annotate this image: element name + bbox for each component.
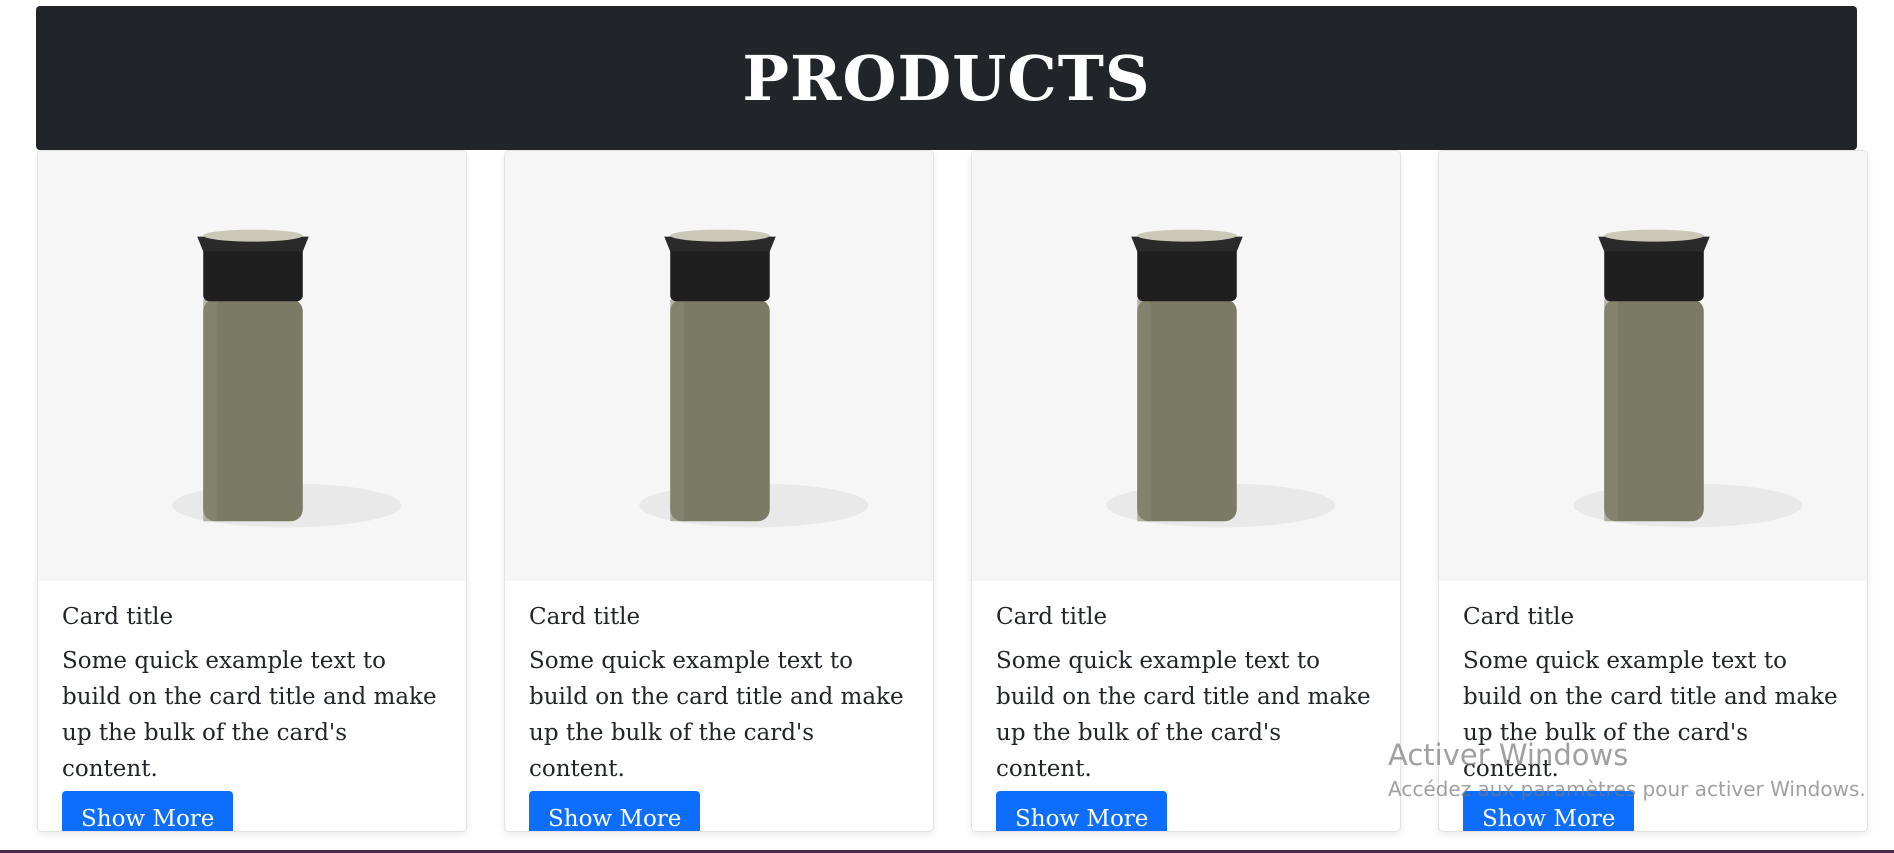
product-image bbox=[505, 151, 933, 581]
product-image bbox=[1439, 151, 1867, 581]
card-body: Card title Some quick example text to bu… bbox=[38, 581, 466, 831]
card-text: Some quick example text to build on the … bbox=[529, 647, 904, 782]
show-more-button[interactable]: Show More bbox=[529, 790, 701, 831]
thermos-bottle-image bbox=[172, 229, 402, 528]
product-card-list: Card title Some quick example text to bu… bbox=[0, 150, 1894, 834]
thermos-bottle-image bbox=[1573, 229, 1803, 528]
product-card: Card title Some quick example text to bu… bbox=[971, 150, 1401, 832]
card-body: Card title Some quick example text to bu… bbox=[505, 581, 933, 831]
card-title: Card title bbox=[62, 604, 174, 630]
page-title: PRODUCTS bbox=[742, 41, 1151, 115]
card-body: Card title Some quick example text to bu… bbox=[1439, 581, 1867, 831]
show-more-button[interactable]: Show More bbox=[62, 790, 234, 831]
card-title: Card title bbox=[996, 604, 1108, 630]
product-card: Card title Some quick example text to bu… bbox=[1438, 150, 1868, 832]
thermos-bottle-image bbox=[639, 229, 869, 528]
card-text: Some quick example text to build on the … bbox=[62, 647, 437, 782]
product-image bbox=[38, 151, 466, 581]
product-card: Card title Some quick example text to bu… bbox=[37, 150, 467, 832]
card-text: Some quick example text to build on the … bbox=[1463, 647, 1838, 782]
card-body: Card title Some quick example text to bu… bbox=[972, 581, 1400, 831]
card-title: Card title bbox=[1463, 604, 1575, 630]
card-title: Card title bbox=[529, 604, 641, 630]
product-card: Card title Some quick example text to bu… bbox=[504, 150, 934, 832]
show-more-button[interactable]: Show More bbox=[996, 790, 1168, 831]
product-image bbox=[972, 151, 1400, 581]
show-more-button[interactable]: Show More bbox=[1463, 790, 1635, 831]
card-text: Some quick example text to build on the … bbox=[996, 647, 1371, 782]
thermos-bottle-image bbox=[1106, 229, 1336, 528]
page-header: PRODUCTS bbox=[36, 6, 1857, 150]
